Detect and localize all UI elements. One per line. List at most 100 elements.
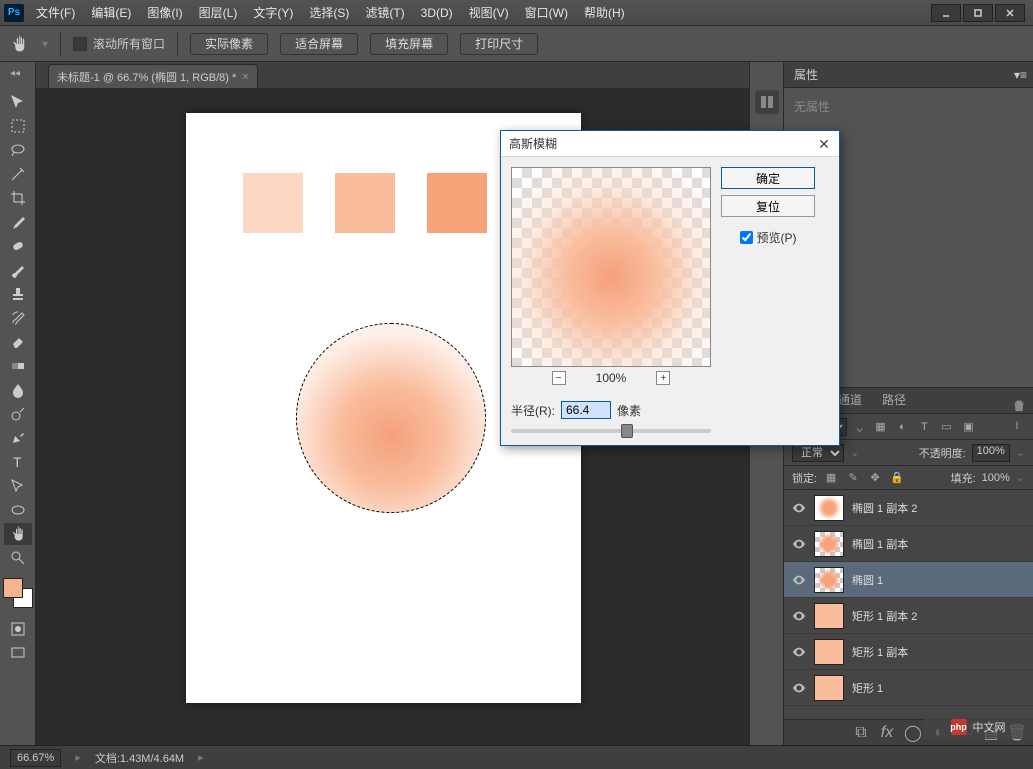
menu-layer[interactable]: 图层(L): [191, 0, 246, 26]
filter-adjust-icon[interactable]: ◐: [894, 419, 910, 435]
collapse-toolbox-icon[interactable]: ◂◂: [10, 68, 20, 79]
foreground-color-swatch[interactable]: [3, 578, 23, 598]
visibility-icon[interactable]: [792, 681, 806, 695]
fill-screen-button[interactable]: 填充屏幕: [370, 33, 448, 55]
visibility-icon[interactable]: [792, 609, 806, 623]
visibility-icon[interactable]: [792, 573, 806, 587]
layer-row[interactable]: 矩形 1 副本: [784, 634, 1033, 670]
move-tool[interactable]: [4, 91, 32, 113]
menu-type[interactable]: 文字(Y): [245, 0, 301, 26]
visibility-icon[interactable]: [792, 645, 806, 659]
zoom-tool[interactable]: [4, 547, 32, 569]
layer-mask-icon[interactable]: ◯: [905, 725, 921, 741]
preview-checkbox[interactable]: 预览(P): [740, 229, 797, 246]
status-zoom[interactable]: 66.67%: [10, 749, 61, 767]
blend-mode-select[interactable]: 正常: [792, 444, 844, 462]
zoom-out-button[interactable]: −: [552, 371, 566, 385]
brush-tool[interactable]: [4, 259, 32, 281]
blur-tool[interactable]: [4, 379, 32, 401]
tab-paths[interactable]: 路径: [872, 386, 916, 413]
menu-filter[interactable]: 滤镜(T): [357, 0, 412, 26]
radius-input[interactable]: [561, 401, 611, 419]
reset-button[interactable]: 复位: [721, 195, 815, 217]
dialog-title[interactable]: 高斯模糊 ✕: [501, 131, 839, 157]
menu-file[interactable]: 文件(F): [28, 0, 83, 26]
slider-thumb[interactable]: [621, 424, 633, 438]
menu-view[interactable]: 视图(V): [461, 0, 517, 26]
menu-3d[interactable]: 3D(D): [413, 0, 461, 26]
link-layers-icon[interactable]: ⧉: [853, 725, 869, 741]
radius-slider[interactable]: [511, 429, 711, 433]
crop-tool[interactable]: [4, 187, 32, 209]
dialog-close-icon[interactable]: ✕: [815, 135, 833, 153]
layer-row[interactable]: 椭圆 1: [784, 562, 1033, 598]
eraser-tool[interactable]: [4, 331, 32, 353]
lock-all-icon[interactable]: 🔒: [889, 470, 905, 486]
dialog-preview[interactable]: [511, 167, 711, 367]
selection-marquee: [296, 323, 486, 513]
quickmask-toggle[interactable]: [4, 618, 32, 640]
filter-pixel-icon[interactable]: ▦: [872, 419, 888, 435]
lock-trans-icon[interactable]: ▦: [823, 470, 839, 486]
color-swatches[interactable]: [3, 578, 33, 608]
type-tool[interactable]: T: [4, 451, 32, 473]
opacity-value[interactable]: 100%: [972, 444, 1010, 462]
filter-smart-icon[interactable]: ▣: [960, 419, 976, 435]
properties-panel-tab[interactable]: 属性 ▾≡: [784, 62, 1033, 88]
lock-pos-icon[interactable]: ✥: [867, 470, 883, 486]
stamp-tool[interactable]: [4, 283, 32, 305]
filter-type-icon[interactable]: T: [916, 419, 932, 435]
close-document-icon[interactable]: ×: [242, 71, 248, 83]
filter-shape-icon[interactable]: ▭: [938, 419, 954, 435]
fill-value[interactable]: 100%: [982, 472, 1010, 484]
menu-help[interactable]: 帮助(H): [576, 0, 633, 26]
minimize-button[interactable]: [931, 4, 961, 22]
layer-row[interactable]: 椭圆 1 副本: [784, 526, 1033, 562]
layer-thumbnail[interactable]: [814, 675, 844, 701]
collapsed-panel-icon[interactable]: [755, 90, 779, 114]
scroll-all-windows-checkbox[interactable]: 滚动所有窗口: [73, 35, 165, 52]
visibility-icon[interactable]: [792, 501, 806, 515]
wand-tool[interactable]: [4, 163, 32, 185]
marquee-tool[interactable]: [4, 115, 32, 137]
fit-screen-button[interactable]: 适合屏幕: [280, 33, 358, 55]
dodge-tool[interactable]: [4, 403, 32, 425]
menu-edit[interactable]: 编辑(E): [83, 0, 139, 26]
toolbox: T: [0, 62, 36, 745]
hand-tool-icon[interactable]: [8, 33, 30, 55]
layer-thumbnail[interactable]: [814, 495, 844, 521]
eyedropper-tool[interactable]: [4, 211, 32, 233]
lasso-tool[interactable]: [4, 139, 32, 161]
gradient-tool[interactable]: [4, 355, 32, 377]
shape-tool[interactable]: [4, 499, 32, 521]
document-tab[interactable]: 未标题-1 @ 66.7% (椭圆 1, RGB/8) * ×: [48, 64, 258, 88]
layer-row[interactable]: 矩形 1 副本 2: [784, 598, 1033, 634]
layer-thumbnail[interactable]: [814, 603, 844, 629]
panel-menu-icon[interactable]: ▾≡: [1014, 68, 1027, 82]
path-select-tool[interactable]: [4, 475, 32, 497]
layer-row[interactable]: 矩形 1: [784, 670, 1033, 706]
screenmode-toggle[interactable]: [4, 642, 32, 664]
close-button[interactable]: [995, 4, 1025, 22]
menu-window[interactable]: 窗口(W): [517, 0, 576, 26]
layer-thumbnail[interactable]: [814, 639, 844, 665]
ok-button[interactable]: 确定: [721, 167, 815, 189]
menu-select[interactable]: 选择(S): [301, 0, 357, 26]
actual-pixels-button[interactable]: 实际像素: [190, 33, 268, 55]
hand-tool[interactable]: [4, 523, 32, 545]
filter-toggle-icon[interactable]: ⏽: [1009, 419, 1025, 435]
zoom-in-button[interactable]: +: [656, 371, 670, 385]
pen-tool[interactable]: [4, 427, 32, 449]
layer-thumbnail[interactable]: [814, 531, 844, 557]
lock-pixel-icon[interactable]: ✎: [845, 470, 861, 486]
visibility-icon[interactable]: [792, 537, 806, 551]
trash-icon[interactable]: [1011, 397, 1027, 413]
history-brush-tool[interactable]: [4, 307, 32, 329]
print-size-button[interactable]: 打印尺寸: [460, 33, 538, 55]
layer-fx-icon[interactable]: fx: [879, 725, 895, 741]
healing-tool[interactable]: [4, 235, 32, 257]
maximize-button[interactable]: [963, 4, 993, 22]
layer-thumbnail[interactable]: [814, 567, 844, 593]
layer-row[interactable]: 椭圆 1 副本 2: [784, 490, 1033, 526]
menu-image[interactable]: 图像(I): [139, 0, 190, 26]
